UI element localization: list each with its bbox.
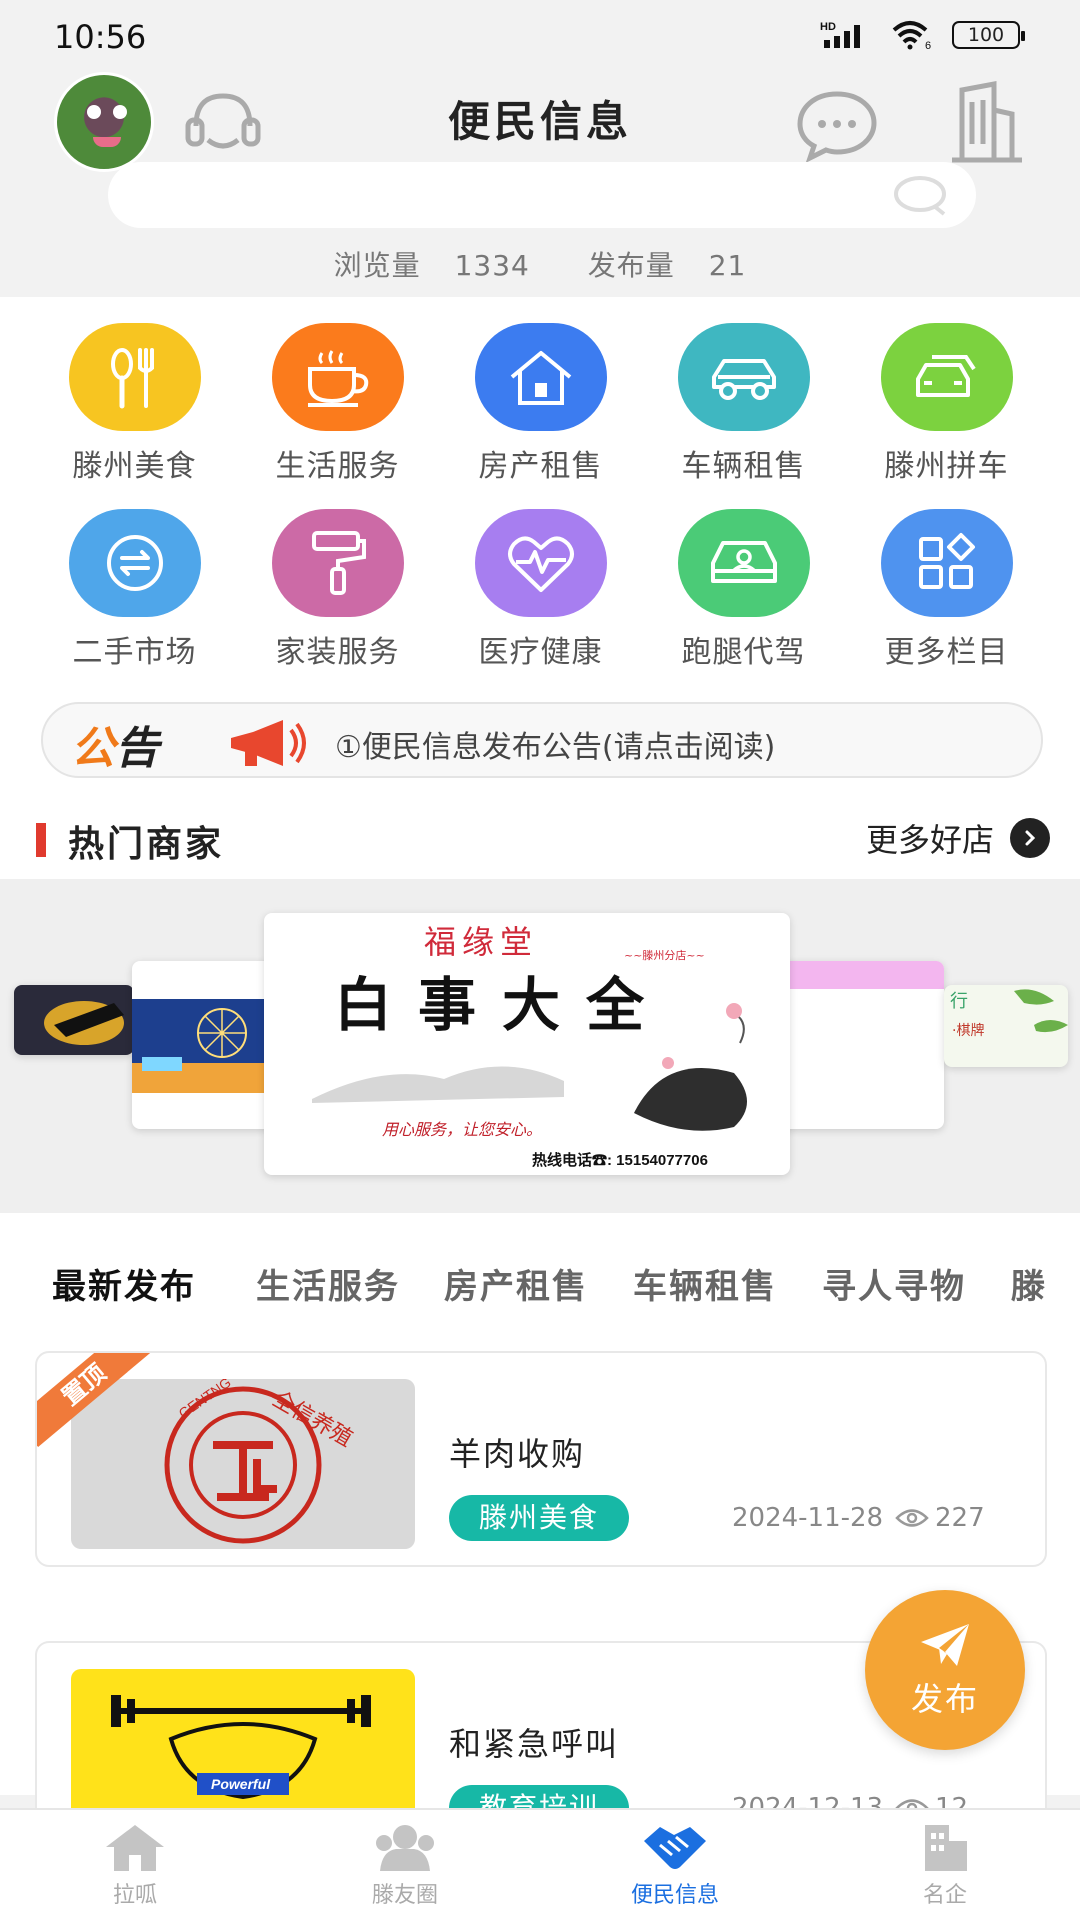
post-image: Powerful: [71, 1669, 415, 1811]
svg-text:·棋牌: ·棋牌: [952, 1022, 984, 1039]
page-title: 便民信息: [447, 97, 632, 146]
merchant-card[interactable]: [14, 985, 134, 1055]
category-second-hand[interactable]: 二手市场: [33, 509, 236, 671]
merchant-card[interactable]: [132, 961, 272, 1129]
category-errand-driver[interactable]: 跑腿代驾: [642, 509, 845, 671]
category-carpool[interactable]: 滕州拼车: [845, 323, 1048, 485]
post-title: 羊肉收购: [449, 1435, 586, 1473]
category-life-service[interactable]: 生活服务: [236, 323, 439, 485]
merchant-brand: 福缘堂: [424, 923, 538, 961]
paper-plane-icon: [921, 1624, 969, 1666]
search-icon[interactable]: [894, 174, 950, 216]
grid-icon: [880, 509, 1013, 617]
tab-more[interactable]: 滕: [1011, 1259, 1047, 1308]
battery-indicator: 100: [952, 21, 1025, 49]
category-health[interactable]: 医疗健康: [439, 509, 642, 671]
eye-icon: [895, 1509, 929, 1527]
main-content: 滕州美食 生活服务 房产租售 车辆租售 滕州拼车 二手市场 家装服务 医疗健康 …: [0, 297, 1080, 1811]
carpool-icon: [880, 323, 1013, 431]
wifi-icon: 6: [892, 21, 931, 50]
search-input[interactable]: [138, 162, 898, 228]
notice-text: ①便民信息发布公告(请点击阅读): [335, 730, 776, 765]
category-tabs: 最新发布 生活服务 房产租售 车辆租售 寻人寻物 滕: [0, 1247, 1080, 1327]
car-icon: [677, 323, 810, 431]
stats-row: 浏览量 1334 发布量 21: [0, 244, 1080, 284]
svg-text:6: 6: [925, 40, 931, 50]
coffee-icon: [271, 323, 404, 431]
tab-latest[interactable]: 最新发布: [52, 1259, 196, 1308]
notice-bar[interactable]: 公告 ①便民信息发布公告(请点击阅读): [41, 702, 1043, 778]
tab-life-service[interactable]: 生活服务: [256, 1259, 400, 1308]
publish-button[interactable]: 发布: [865, 1590, 1025, 1750]
nav-item-friends[interactable]: 滕友圈: [270, 1810, 540, 1920]
category-grid: 滕州美食 生活服务 房产租售 车辆租售 滕州拼车 二手市场 家装服务 医疗健康 …: [33, 323, 1047, 671]
merchant-hotline: 热线电话☎: 15154077706: [532, 1151, 708, 1169]
nav-item-info[interactable]: 便民信息: [540, 1810, 810, 1920]
handshake-icon: [644, 1827, 706, 1869]
svg-text:HD: HD: [820, 21, 836, 33]
home-icon: [106, 1825, 164, 1871]
category-real-estate[interactable]: 房产租售: [439, 323, 642, 485]
nav-item-enterprise[interactable]: 名企: [810, 1810, 1080, 1920]
featured-merchant-card[interactable]: 福缘堂 ~~滕州分店~~ 白事大全 用心服务，让您安心。 热线电话☎: 1515…: [264, 913, 790, 1175]
post-tag[interactable]: 滕州美食: [449, 1495, 630, 1541]
views-stat: 浏览量 1334: [333, 249, 530, 282]
list-item[interactable]: GENTNG 全信养殖 置顶 羊肉收购 滕州美食 2024-11-28 227: [35, 1351, 1047, 1567]
category-home-decor[interactable]: 家装服务: [236, 509, 439, 671]
hot-merchants-title: 热门商家: [36, 815, 224, 867]
merchant-branch: ~~滕州分店~~: [624, 948, 705, 962]
category-food[interactable]: 滕州美食: [33, 323, 236, 485]
category-vehicle[interactable]: 车辆租售: [642, 323, 845, 485]
merchant-headline: 白事大全: [334, 971, 670, 1039]
heart-pulse-icon: [474, 509, 607, 617]
building-icon: [925, 1825, 967, 1871]
message-icon[interactable]: [792, 78, 882, 168]
post-image: GENTNG 全信养殖: [71, 1379, 415, 1549]
svg-text:全信养殖: 全信养殖: [268, 1387, 357, 1453]
more-shops-link[interactable]: 更多好店: [866, 815, 1050, 861]
tab-real-estate[interactable]: 房产租售: [444, 1259, 588, 1308]
merchant-card[interactable]: 行 ·棋牌: [944, 985, 1068, 1067]
merchant-slogan: 用心服务，让您安心。: [382, 1120, 542, 1139]
notice-tag: 公告: [71, 723, 159, 774]
bottom-nav: 拉呱 滕友圈 便民信息 名企: [0, 1808, 1080, 1920]
posts-stat: 发布量 21: [587, 249, 747, 282]
status-bar: 10:56 HD 6 100: [0, 0, 1080, 72]
enterprise-building-icon[interactable]: [940, 78, 1030, 168]
driver-icon: [677, 509, 810, 617]
exchange-icon: [68, 509, 201, 617]
post-views: 227: [895, 1503, 985, 1533]
status-icons: HD 6 100: [820, 20, 1025, 50]
category-more[interactable]: 更多栏目: [845, 509, 1048, 671]
search-bar[interactable]: [108, 162, 976, 228]
post-date: 2024-11-28: [732, 1503, 884, 1533]
svg-text:Powerful: Powerful: [211, 1776, 271, 1792]
header: 便民信息 浏览量 1334 发布量 21: [0, 72, 1080, 297]
tab-lost-found[interactable]: 寻人寻物: [822, 1259, 966, 1308]
post-title: 和紧急呼叫: [449, 1725, 620, 1763]
signal-icon: HD: [820, 21, 860, 48]
megaphone-icon: [231, 720, 306, 766]
tab-vehicle[interactable]: 车辆租售: [633, 1259, 777, 1308]
friends-icon: [376, 1825, 434, 1871]
house-icon: [474, 323, 607, 431]
svg-text:行: 行: [950, 991, 968, 1012]
merchant-carousel[interactable]: 行 ·棋牌 福缘堂 ~~滕州分店~~ 白事大全 用心服务，让您安心。 热线电话☎…: [0, 879, 1080, 1213]
status-time: 10:56: [54, 18, 147, 56]
nav-item-home[interactable]: 拉呱: [0, 1810, 270, 1920]
paint-roller-icon: [271, 509, 404, 617]
merchant-card[interactable]: [780, 961, 944, 1129]
chevron-right-icon: [1010, 818, 1050, 858]
food-icon: [68, 323, 201, 431]
